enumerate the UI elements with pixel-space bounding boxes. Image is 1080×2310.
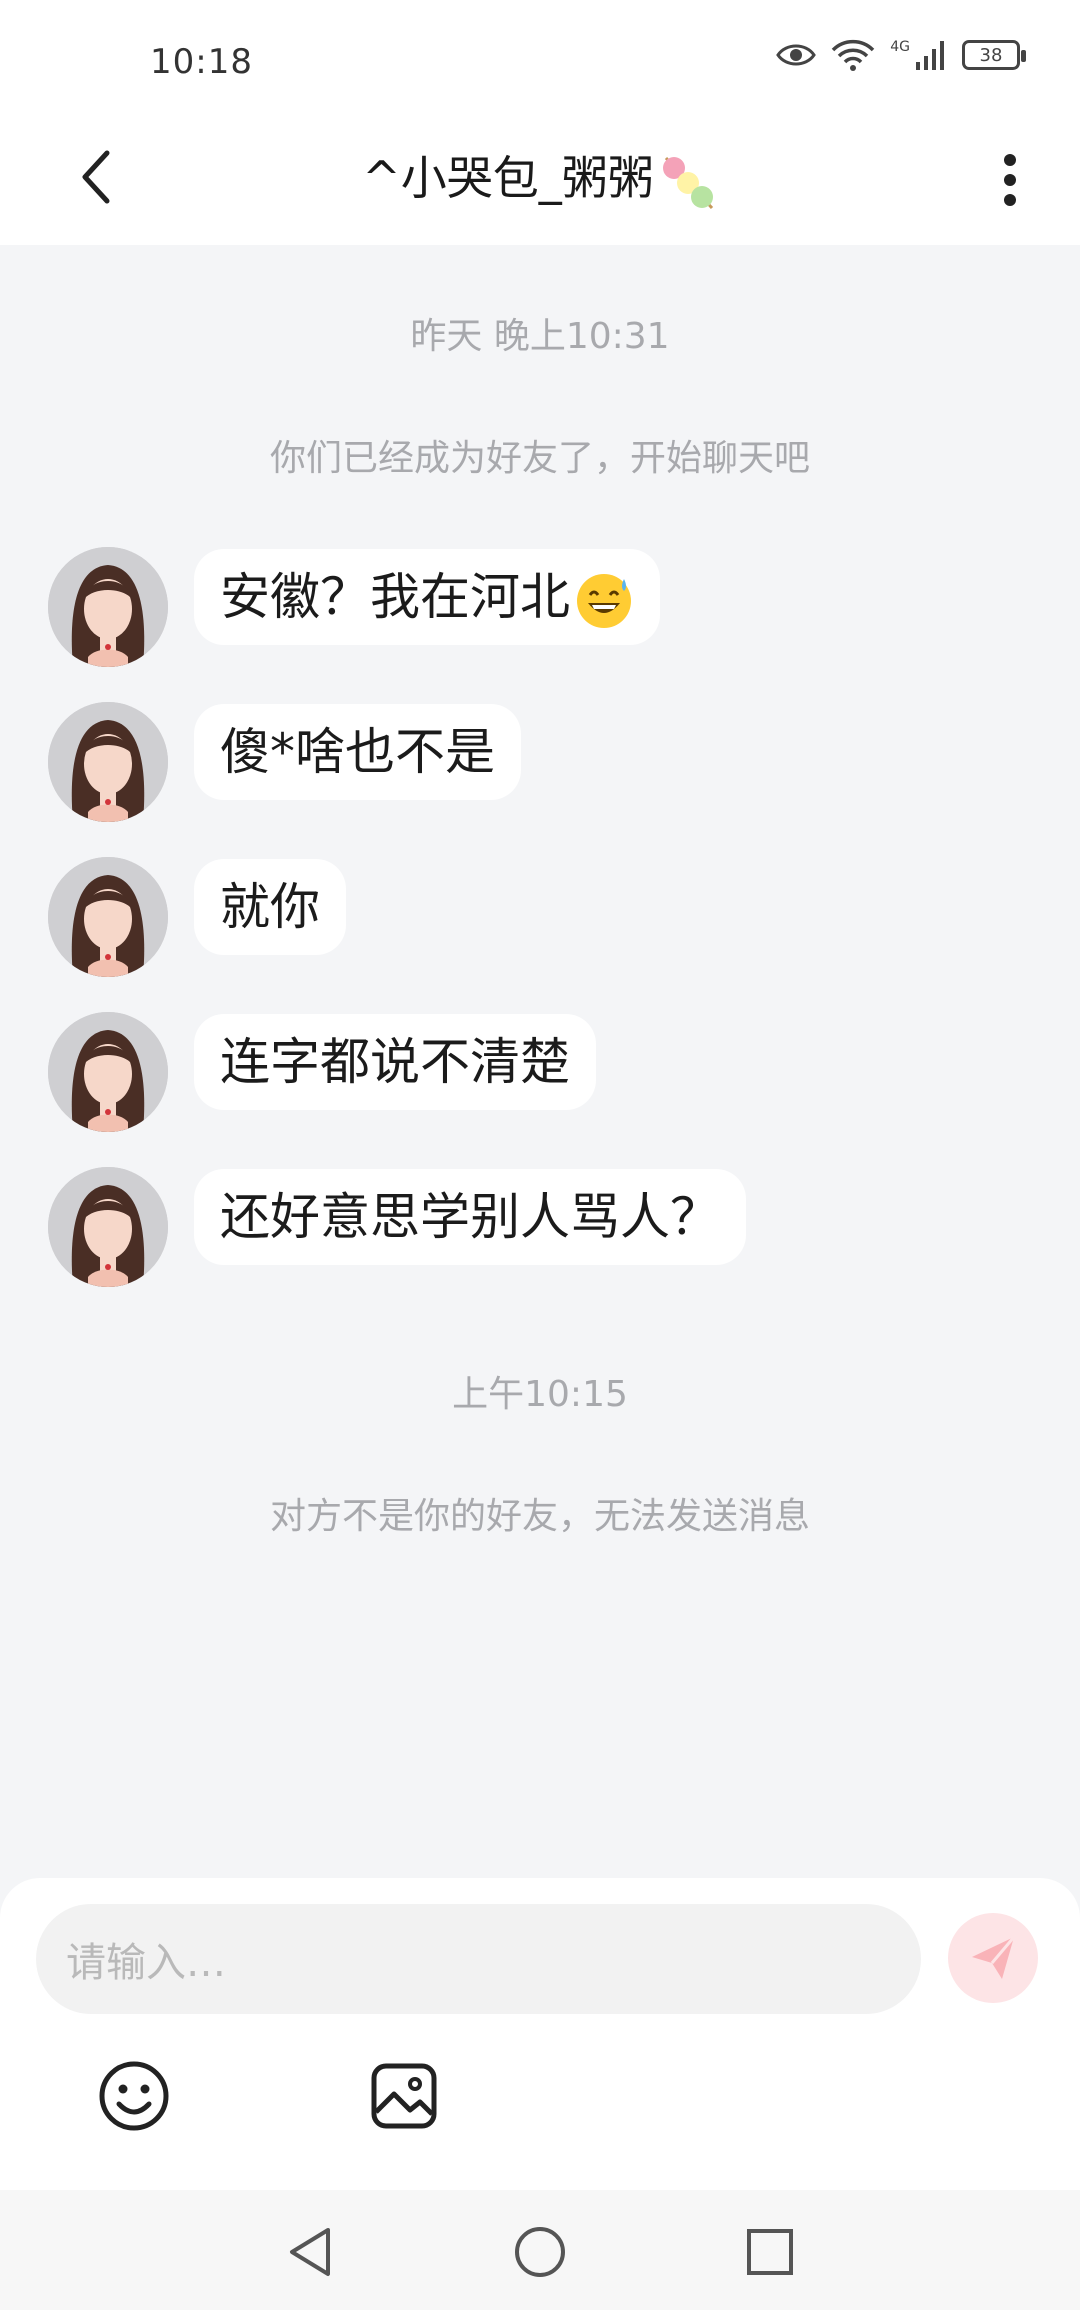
message-row: 连字都说不清楚 (48, 1012, 596, 1132)
smiley-icon (99, 2061, 169, 2131)
nav-recents-button[interactable] (738, 2220, 802, 2284)
composer-panel: 请输入… (0, 1878, 1080, 2190)
timestamp: 昨天 晚上10:31 (410, 316, 670, 357)
network-type: 4G (890, 39, 910, 55)
message-text: 连字都说不清楚 (220, 1033, 570, 1091)
status-bar: 10:18 4G 38 (0, 0, 1080, 120)
input-placeholder: 请输入… (66, 1940, 226, 1986)
send-icon (972, 1936, 1016, 1979)
message-row: 就你 (48, 857, 346, 977)
message-row: 傻*啥也不是 (48, 702, 521, 822)
message-text: 安徽？我在河北 (220, 568, 570, 626)
message-bubble[interactable]: 连字都说不清楚 (194, 1014, 596, 1110)
status-icons: 4G 38 (776, 38, 1026, 72)
image-icon (371, 2063, 437, 2129)
triangle-back-icon (290, 2228, 330, 2276)
square-recents-icon (747, 2229, 793, 2275)
contact-name: ^小哭包_粥粥 (362, 151, 654, 205)
more-button[interactable] (980, 140, 1040, 220)
send-button[interactable] (948, 1913, 1038, 2003)
battery-icon: 38 (962, 40, 1026, 70)
system-notice: 对方不是你的好友，无法发送消息 (269, 1496, 810, 1537)
battery-level: 38 (979, 44, 1003, 66)
message-text: 傻*啥也不是 (220, 723, 495, 781)
message-bubble[interactable]: 安徽？我在河北 (194, 549, 660, 645)
avatar-image (48, 857, 168, 977)
avatar[interactable] (48, 1167, 168, 1287)
message-input[interactable]: 请输入… (36, 1904, 921, 2014)
message-text: 就你 (220, 878, 320, 936)
eye-icon (776, 44, 817, 66)
system-notice: 你们已经成为好友了，开始聊天吧 (269, 438, 810, 479)
message-bubble[interactable]: 还好意思学别人骂人？ (194, 1169, 746, 1265)
grin-sweat-emoji-icon (577, 573, 631, 628)
system-nav-bar (0, 2190, 1080, 2310)
timestamp: 上午10:15 (452, 1374, 628, 1415)
nav-home-button[interactable] (508, 2220, 572, 2284)
wifi-icon (831, 39, 875, 71)
status-time: 10:18 (150, 42, 253, 82)
signal-icon (916, 41, 944, 70)
message-bubble[interactable]: 就你 (194, 859, 346, 955)
message-bubble[interactable]: 傻*啥也不是 (194, 704, 521, 800)
nav-back-button[interactable] (278, 2220, 342, 2284)
avatar[interactable] (48, 1012, 168, 1132)
message-text: 还好意思学别人骂人？ (220, 1188, 720, 1246)
more-vertical-icon (1004, 154, 1016, 206)
chat-header: ^小哭包_粥粥 (0, 120, 1080, 245)
avatar[interactable] (48, 547, 168, 667)
avatar[interactable] (48, 857, 168, 977)
dango-icon (662, 156, 713, 209)
message-row: 还好意思学别人骂人？ (48, 1167, 746, 1287)
message-row: 安徽？我在河北 (48, 547, 660, 667)
avatar-image (48, 1012, 168, 1132)
avatar-image (48, 1167, 168, 1287)
page-title: ^小哭包_粥粥 (0, 138, 1080, 218)
image-button[interactable] (364, 2056, 444, 2136)
avatar-image (48, 702, 168, 822)
avatar-image (48, 547, 168, 667)
circle-home-icon (515, 2227, 565, 2277)
emoji-button[interactable] (94, 2056, 174, 2136)
chat-area[interactable]: 昨天 晚上10:31 你们已经成为好友了，开始聊天吧 安徽？我在河北 傻*啥也不… (0, 245, 1080, 1885)
avatar[interactable] (48, 702, 168, 822)
